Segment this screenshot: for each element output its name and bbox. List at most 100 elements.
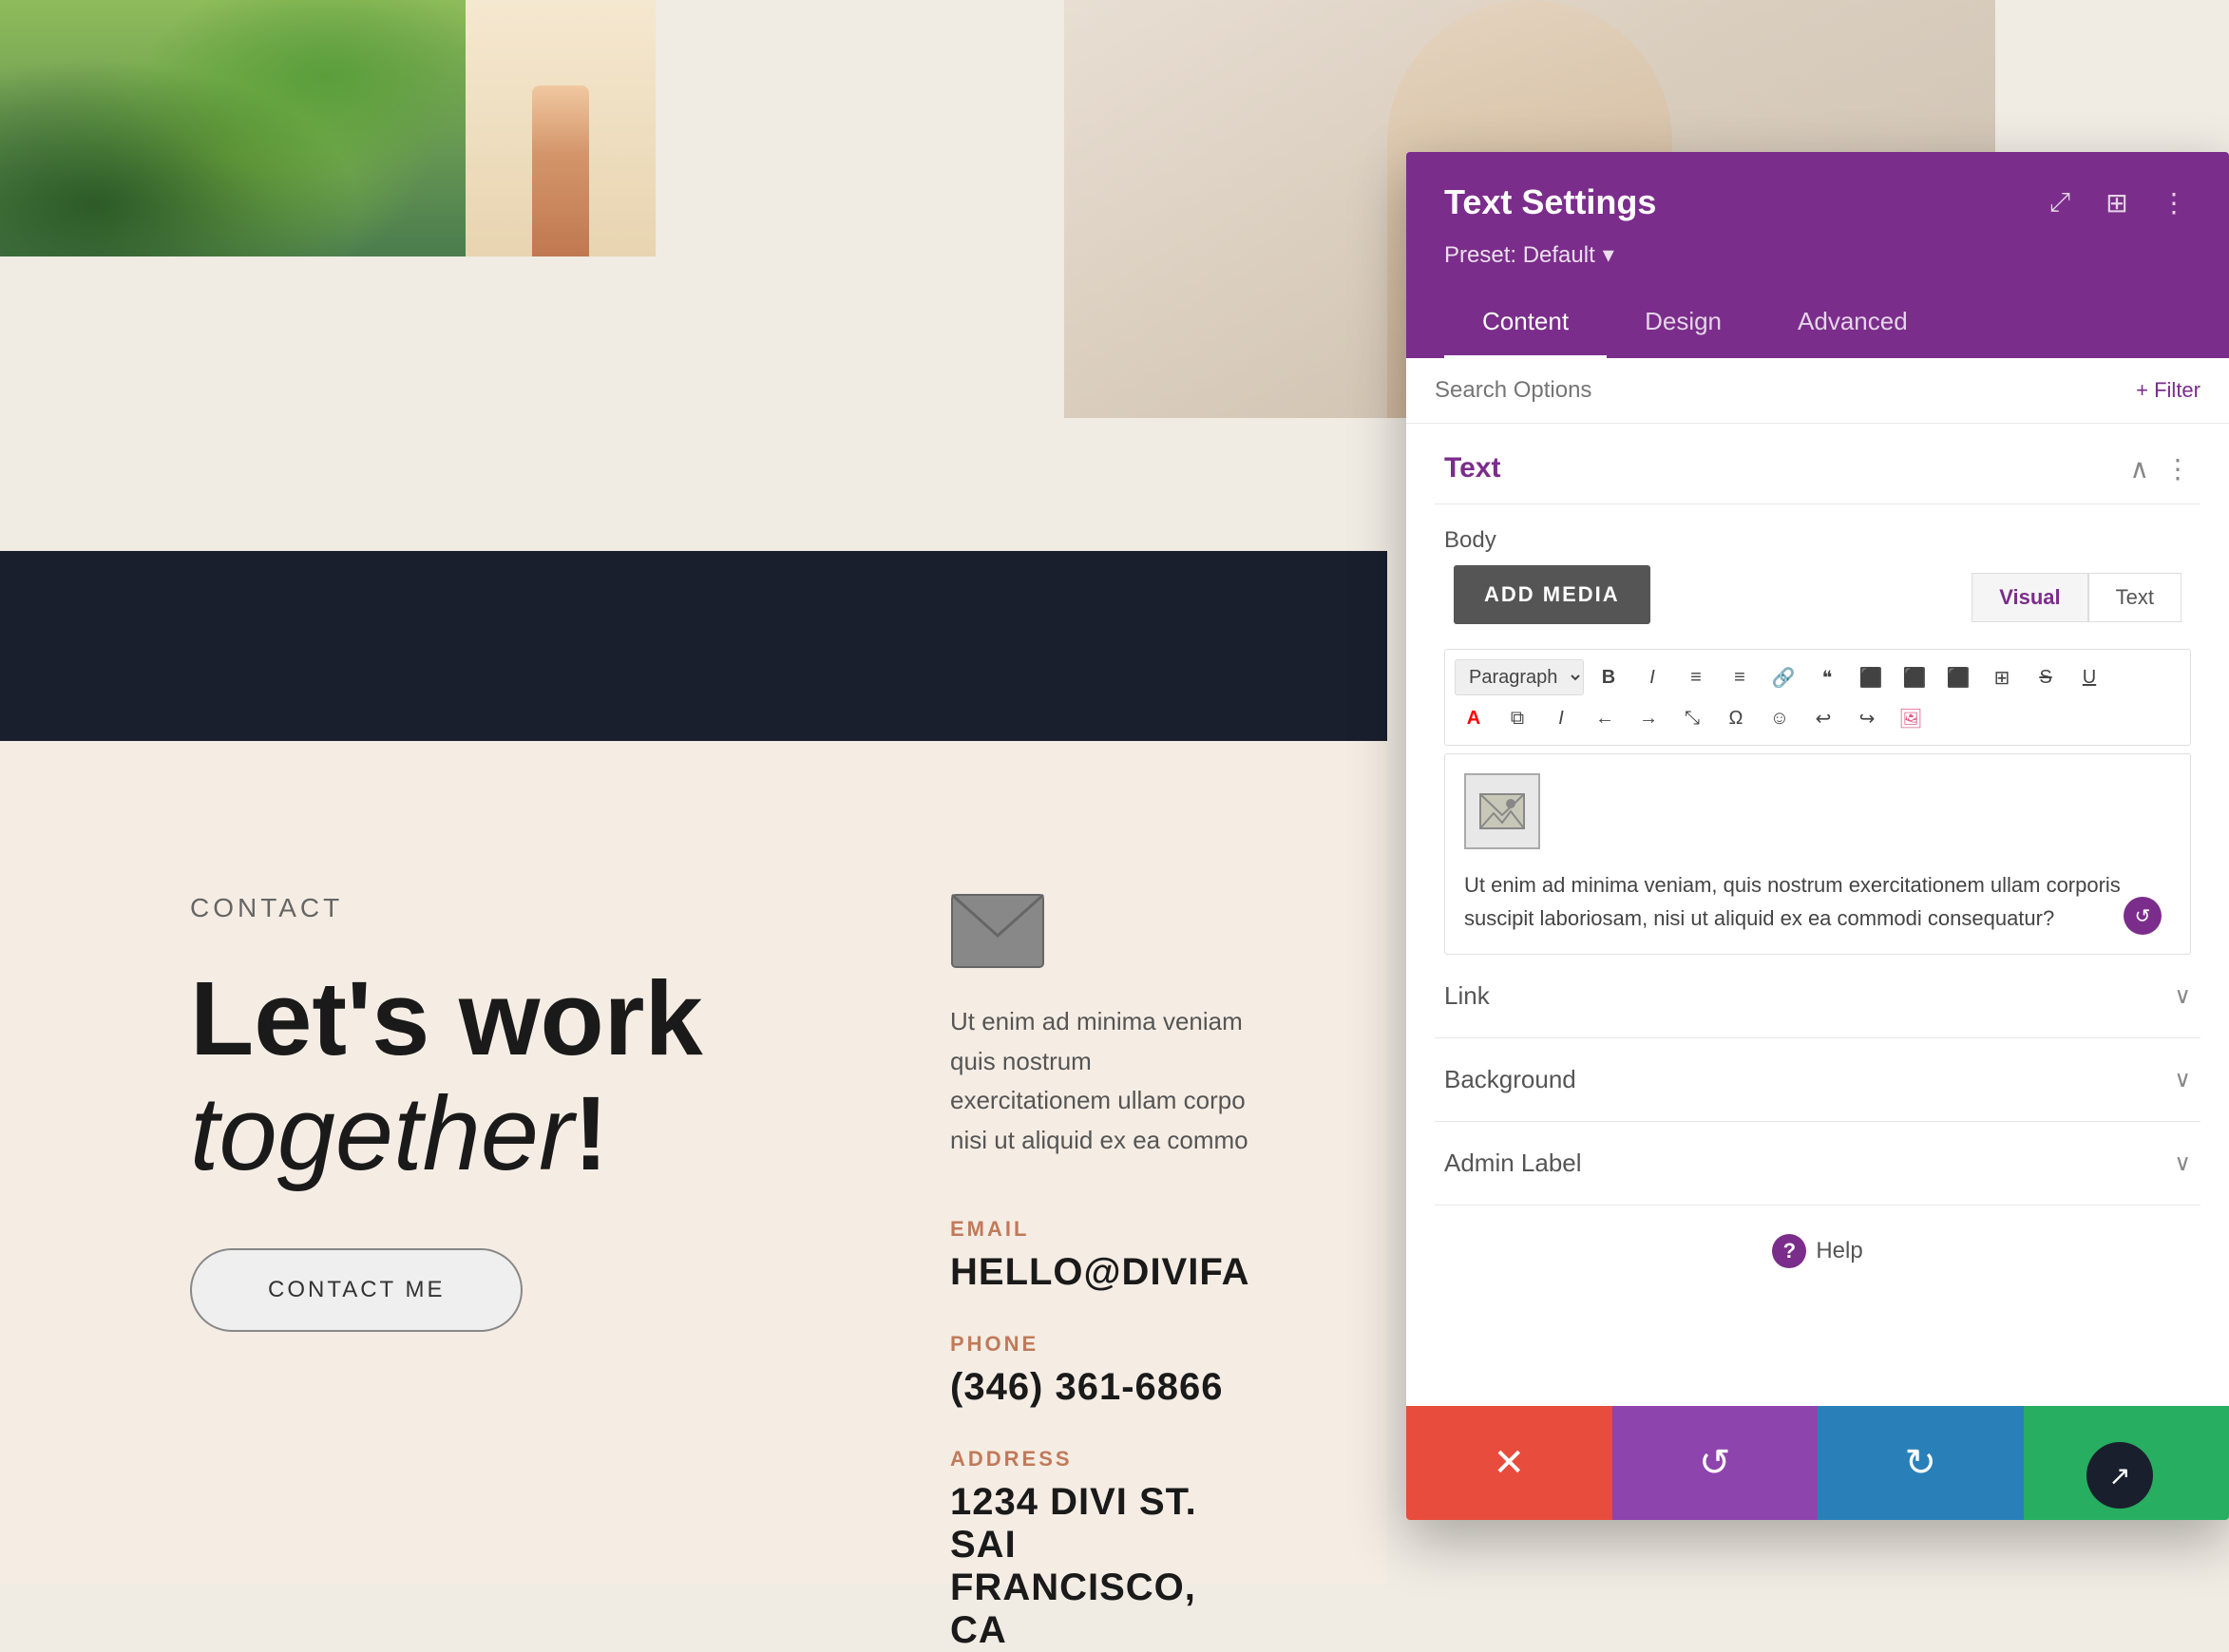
contact-me-button[interactable]: CONTACT ME (190, 1248, 523, 1332)
text-section-title: Text (1444, 452, 1500, 484)
panel-preset[interactable]: Preset: Default ▾ (1444, 241, 2191, 269)
address-line2: FRANCISCO, CA (950, 1567, 1249, 1652)
italic2-button[interactable]: I (1542, 701, 1580, 735)
bottom-icon-symbol: ↗ (2108, 1460, 2130, 1491)
tab-design[interactable]: Design (1607, 288, 1760, 358)
redo-button[interactable]: ↻ (1818, 1406, 2024, 1520)
link-button[interactable]: 🔗 (1764, 660, 1802, 694)
help-section: ? Help (1435, 1206, 2200, 1297)
admin-label-chevron: ∨ (2174, 1149, 2191, 1177)
ordered-list-button[interactable]: ≡ (1721, 660, 1759, 694)
expand-icon[interactable]: ⤢ (2043, 185, 2077, 219)
link-section[interactable]: Link ∨ (1435, 955, 2200, 1038)
text-color-button[interactable]: A (1455, 701, 1493, 735)
body-field-label: Body (1435, 504, 2200, 565)
strikethrough-button[interactable]: S (2027, 660, 2065, 694)
contact-section: CONTACT Let's work together! CONTACT ME … (0, 741, 1387, 1585)
panel-body: Text ∧ ⋮ Body ADD MEDIA Visual Text Para… (1406, 424, 2229, 1406)
envelope-icon (950, 893, 1045, 969)
redo-icon: ↻ (1904, 1441, 1936, 1485)
undo-button[interactable]: ↺ (1612, 1406, 1819, 1520)
background-chevron: ∨ (2174, 1066, 2191, 1093)
background-section[interactable]: Background ∨ (1435, 1038, 2200, 1122)
paragraph-select[interactable]: Paragraph Heading 1 Heading 2 (1455, 659, 1584, 695)
toolbar-row-1: Paragraph Heading 1 Heading 2 B I ≡ ≡ 🔗 … (1455, 659, 2181, 695)
heading-line1: Let's work (190, 960, 703, 1077)
help-icon-symbol: ? (1783, 1239, 1796, 1263)
phone-section: PHONE (346) 361-6866 (950, 1332, 1249, 1409)
image-button[interactable]: 🖼 (1892, 701, 1930, 735)
plant-image (0, 0, 466, 256)
table-button[interactable]: ⊞ (1983, 660, 2021, 694)
contact-left: CONTACT Let's work together! CONTACT ME (190, 893, 760, 1433)
italic-button[interactable]: I (1633, 660, 1671, 694)
address-line1: 1234 DIVI ST. SAI (950, 1481, 1249, 1567)
align-center-button[interactable]: ⬛ (1896, 660, 1934, 694)
editor-tabs: Visual Text (1972, 573, 2191, 622)
panel-header-icons: ⤢ ⊞ ⋮ (2043, 185, 2191, 219)
editor-content-area[interactable]: Ut enim ad minima veniam, quis nostrum e… (1444, 753, 2191, 955)
address-section: ADDRESS 1234 DIVI ST. SAI FRANCISCO, CA (950, 1447, 1249, 1652)
emoji-button[interactable]: ☺ (1761, 701, 1799, 735)
editor-toolbar: Paragraph Heading 1 Heading 2 B I ≡ ≡ 🔗 … (1444, 649, 2191, 746)
toolbar-row-2: A ⧉ I ← → ⤡ Ω ☺ ↩ ↪ 🖼 (1455, 701, 2181, 735)
undo-icon: ↺ (1699, 1441, 1731, 1485)
link-chevron: ∨ (2174, 982, 2191, 1010)
address-label: ADDRESS (950, 1447, 1249, 1472)
fashion-figure (532, 85, 589, 256)
help-icon[interactable]: ? (1772, 1234, 1806, 1268)
bottom-right-icon[interactable]: ↗ (2086, 1442, 2153, 1509)
preset-label: Preset: Default (1444, 242, 1595, 269)
blockquote-button[interactable]: ❝ (1808, 660, 1846, 694)
panel-header: Text Settings ⤢ ⊞ ⋮ Preset: Default ▾ Co… (1406, 152, 2229, 358)
panel-search: + Filter (1406, 358, 2229, 424)
phone-label: PHONE (950, 1332, 1249, 1357)
add-media-button[interactable]: ADD MEDIA (1454, 565, 1650, 624)
section-chevron-up[interactable]: ∧ (2130, 453, 2150, 484)
indent-right-button[interactable]: → (1629, 701, 1667, 735)
copy-format-button[interactable]: ⧉ (1498, 701, 1536, 735)
tab-advanced[interactable]: Advanced (1760, 288, 1946, 358)
panel-tabs: Content Design Advanced (1444, 288, 2191, 358)
underline-button[interactable]: U (2070, 660, 2108, 694)
section-icons: ∧ ⋮ (2130, 453, 2192, 484)
align-left-button[interactable]: ⬛ (1852, 660, 1890, 694)
contact-body-text: Ut enim ad minima veniam quis nostrum ex… (950, 1002, 1249, 1160)
email-label: EMAIL (950, 1217, 1249, 1242)
section-more-icon[interactable]: ⋮ (2164, 453, 2191, 484)
content-image-placeholder (1464, 773, 1540, 849)
admin-label-section[interactable]: Admin Label ∨ (1435, 1122, 2200, 1206)
contact-right: Ut enim ad minima veniam quis nostrum ex… (950, 893, 1249, 1433)
contact-heading: Let's work together! (190, 961, 760, 1191)
link-label: Link (1444, 981, 1490, 1011)
phone-value: (346) 361-6866 (950, 1366, 1249, 1409)
tab-content[interactable]: Content (1444, 288, 1607, 358)
editor-body-text: Ut enim ad minima veniam, quis nostrum e… (1464, 868, 2171, 935)
more-icon[interactable]: ⋮ (2157, 185, 2191, 219)
help-text: Help (1816, 1238, 1862, 1264)
bold-button[interactable]: B (1590, 660, 1628, 694)
filter-button[interactable]: + Filter (2136, 378, 2200, 403)
settings-panel: Text Settings ⤢ ⊞ ⋮ Preset: Default ▾ Co… (1406, 152, 2229, 1520)
unordered-list-button[interactable]: ≡ (1677, 660, 1715, 694)
layout-icon[interactable]: ⊞ (2100, 185, 2134, 219)
text-tab[interactable]: Text (2088, 573, 2181, 622)
undo-button[interactable]: ↩ (1804, 701, 1842, 735)
cancel-icon: ✕ (1493, 1441, 1525, 1485)
indent-left-button[interactable]: ← (1586, 701, 1624, 735)
search-input[interactable] (1435, 377, 2136, 404)
fashion-image (466, 0, 656, 256)
panel-title: Text Settings (1444, 182, 1656, 222)
align-right-button[interactable]: ⬛ (1939, 660, 1977, 694)
plant-image-inner (0, 0, 466, 256)
heading-punctuation: ! (574, 1075, 609, 1192)
fullscreen-button[interactable]: ⤡ (1673, 701, 1711, 735)
heading-line2: together (190, 1075, 574, 1192)
redo-button[interactable]: ↪ (1848, 701, 1886, 735)
preset-arrow: ▾ (1603, 241, 1614, 269)
visual-tab[interactable]: Visual (1972, 573, 2087, 622)
special-char-button[interactable]: Ω (1717, 701, 1755, 735)
email-section: EMAIL HELLO@DIVIFA (950, 1217, 1249, 1294)
cancel-button[interactable]: ✕ (1406, 1406, 1612, 1520)
admin-label-text: Admin Label (1444, 1149, 1582, 1178)
